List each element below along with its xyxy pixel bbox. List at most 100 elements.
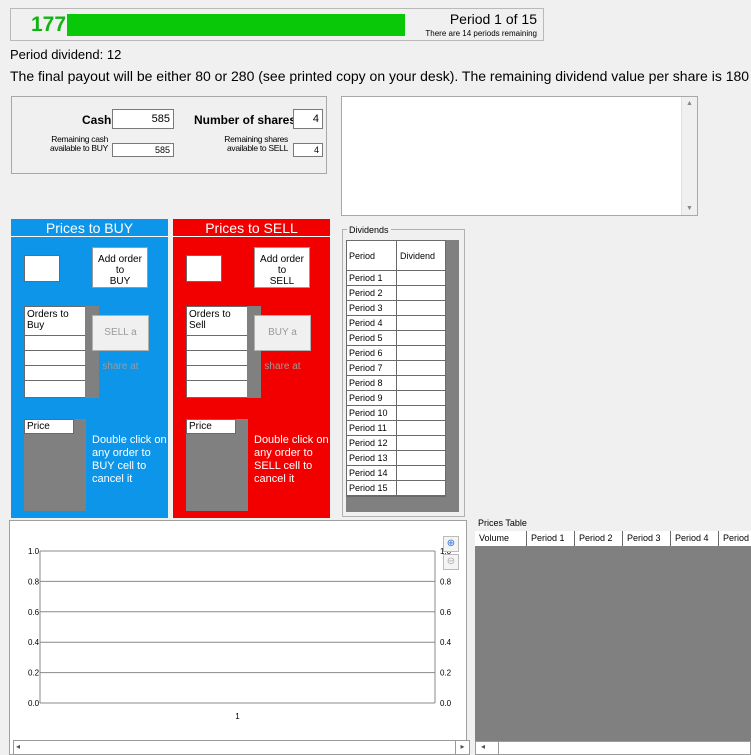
buy-price-list[interactable]: Price (24, 419, 86, 511)
chart-horizontal-scrollbar[interactable]: ◂ ▸ (13, 740, 470, 755)
list-item[interactable] (25, 351, 85, 366)
dividends-table[interactable]: Period Dividend Period 1 Period 2 Period 3… (346, 240, 459, 512)
buy-cancel-instructions: Double click on any order to BUY cell to… (92, 434, 167, 485)
table-row[interactable]: Period 7 (347, 361, 445, 376)
period-cell: Period 13 (347, 451, 397, 465)
table-row[interactable]: Period 6 (347, 346, 445, 361)
dividends-grid: Period Dividend Period 1 Period 2 Period 3… (346, 240, 446, 497)
sell-panel: Prices to SELL Add order to SELL Orders … (173, 219, 330, 518)
period-cell: Period 10 (347, 406, 397, 420)
period-dividend-text: Period dividend: 12 (10, 47, 122, 62)
table-row[interactable]: Period 5 (347, 331, 445, 346)
scroll-down-arrow-icon[interactable]: ▼ (686, 205, 693, 212)
y-tick-label-right: 0.2 (440, 669, 452, 678)
prices-table[interactable]: Volume Period 1 Period 2 Period 3 Period 4 Pe… (475, 531, 751, 741)
y-tick-label-left: 0.4 (28, 638, 40, 647)
table-row[interactable]: Period 11 (347, 421, 445, 436)
final-payout-text: The final payout will be either 80 or 28… (10, 68, 750, 84)
buy-panel: Prices to BUY Add order to BUY Orders to… (11, 219, 168, 518)
x-tick-label: 1 (235, 712, 240, 721)
shares-field: 4 (293, 109, 323, 129)
dividends-rows: Period 1 Period 2 Period 3 Period 4 Period 5… (347, 271, 445, 496)
buy-price-header: Price (24, 419, 74, 434)
zoom-in-icon[interactable]: ⊕ (443, 536, 459, 552)
table-row[interactable]: Period 1 (347, 271, 445, 286)
list-item[interactable] (187, 366, 247, 381)
table-row[interactable]: Period 12 (347, 436, 445, 451)
timer-bar: 177 Period 1 of 15 There are 14 periods … (10, 8, 544, 41)
table-row[interactable]: Period 9 (347, 391, 445, 406)
buy-orders-list[interactable]: Orders to Buy (24, 306, 99, 398)
list-item[interactable] (187, 381, 247, 396)
buy-price-input[interactable] (24, 255, 60, 282)
sell-orders-list[interactable]: Orders to Sell (186, 306, 261, 398)
buy-orders-header: Orders to Buy (25, 307, 85, 336)
y-tick-label-left: 0.0 (28, 699, 40, 708)
period-cell: Period 8 (347, 376, 397, 390)
sell-share-at-button[interactable]: SELL a share at (92, 315, 149, 372)
prices-table-scrollbar[interactable]: ◂ (475, 741, 751, 755)
y-tick-label-right: 0.6 (440, 608, 452, 617)
period-cell: Period 5 (347, 331, 397, 345)
list-item[interactable] (25, 381, 85, 396)
table-row[interactable]: Period 13 (347, 451, 445, 466)
y-tick-label-right: 0.0 (440, 699, 452, 708)
add-buy-order-button[interactable]: Add order to BUY (92, 247, 148, 288)
scroll-up-arrow-icon[interactable]: ▲ (686, 100, 693, 107)
prices-table-header: Volume Period 1 Period 2 Period 3 Period 4 Pe… (475, 531, 751, 546)
y-tick-label-left: 0.2 (28, 669, 40, 678)
buy-panel-title: Prices to BUY (11, 219, 168, 237)
sell-orders-header: Orders to Sell (187, 307, 247, 336)
list-item[interactable] (25, 336, 85, 351)
table-row[interactable]: Period 10 (347, 406, 445, 421)
dividends-header-row: Period Dividend (347, 241, 445, 271)
table-row[interactable]: Period 4 (347, 316, 445, 331)
scroll-right-arrow-icon[interactable]: ▸ (455, 740, 469, 755)
table-row[interactable]: Period 8 (347, 376, 445, 391)
sell-panel-title: Prices to SELL (173, 219, 330, 237)
period-cell: Period 1 (347, 271, 397, 285)
cash-field: 585 (112, 109, 174, 129)
sell-price-header: Price (186, 419, 236, 434)
sell-cancel-instructions: Double click on any order to SELL cell t… (254, 434, 329, 485)
prices-column-header: Period 1 (527, 531, 575, 546)
period-title: Period 1 of 15 (449, 11, 537, 27)
message-textarea[interactable]: ▲ ▼ (341, 96, 698, 216)
sell-price-list[interactable]: Price (186, 419, 248, 511)
table-row[interactable]: Period 15 (347, 481, 445, 496)
dividends-legend: Dividends (347, 225, 391, 235)
scroll-left-arrow-icon[interactable]: ◂ (481, 742, 485, 751)
list-item[interactable] (187, 336, 247, 351)
zoom-out-icon[interactable]: ⊖ (443, 554, 459, 570)
prices-column-header: Period 4 (671, 531, 719, 546)
table-row[interactable]: Period 14 (347, 466, 445, 481)
period-cell: Period 2 (347, 286, 397, 300)
period-cell: Period 7 (347, 361, 397, 375)
sell-price-input[interactable] (186, 255, 222, 282)
prices-table-legend: Prices Table (478, 518, 527, 528)
add-sell-order-button[interactable]: Add order to SELL (254, 247, 310, 288)
table-row[interactable]: Period 3 (347, 301, 445, 316)
table-row[interactable]: Period 2 (347, 286, 445, 301)
period-cell: Period 11 (347, 421, 397, 435)
account-panel: Cash 585 Number of shares 4 Remaining ca… (11, 96, 327, 174)
scroll-left-arrow-icon[interactable]: ◂ (16, 742, 20, 751)
y-tick-label-left: 0.6 (28, 608, 40, 617)
message-scrollbar[interactable]: ▲ ▼ (681, 97, 697, 215)
remaining-shares-label: Remaining shares available to SELL (224, 134, 288, 153)
period-cell: Period 3 (347, 301, 397, 315)
list-item[interactable] (187, 351, 247, 366)
period-cell: Period 15 (347, 481, 397, 495)
list-item[interactable] (25, 366, 85, 381)
scroll-thumb[interactable] (498, 742, 506, 754)
period-cell: Period 4 (347, 316, 397, 330)
prices-column-header: Volume (475, 531, 527, 546)
period-column-header: Period (347, 241, 397, 270)
periods-remaining-text: There are 14 periods remaining (425, 29, 537, 38)
price-chart[interactable]: 0.00.00.20.20.40.40.60.60.80.81.01.01 ⊕ … (9, 520, 467, 755)
buy-share-at-button[interactable]: BUY a share at (254, 315, 311, 372)
countdown-timer: 177 (31, 13, 67, 36)
period-cell: Period 6 (347, 346, 397, 360)
prices-column-header: Period (719, 531, 751, 546)
time-progress-bar (67, 14, 405, 36)
